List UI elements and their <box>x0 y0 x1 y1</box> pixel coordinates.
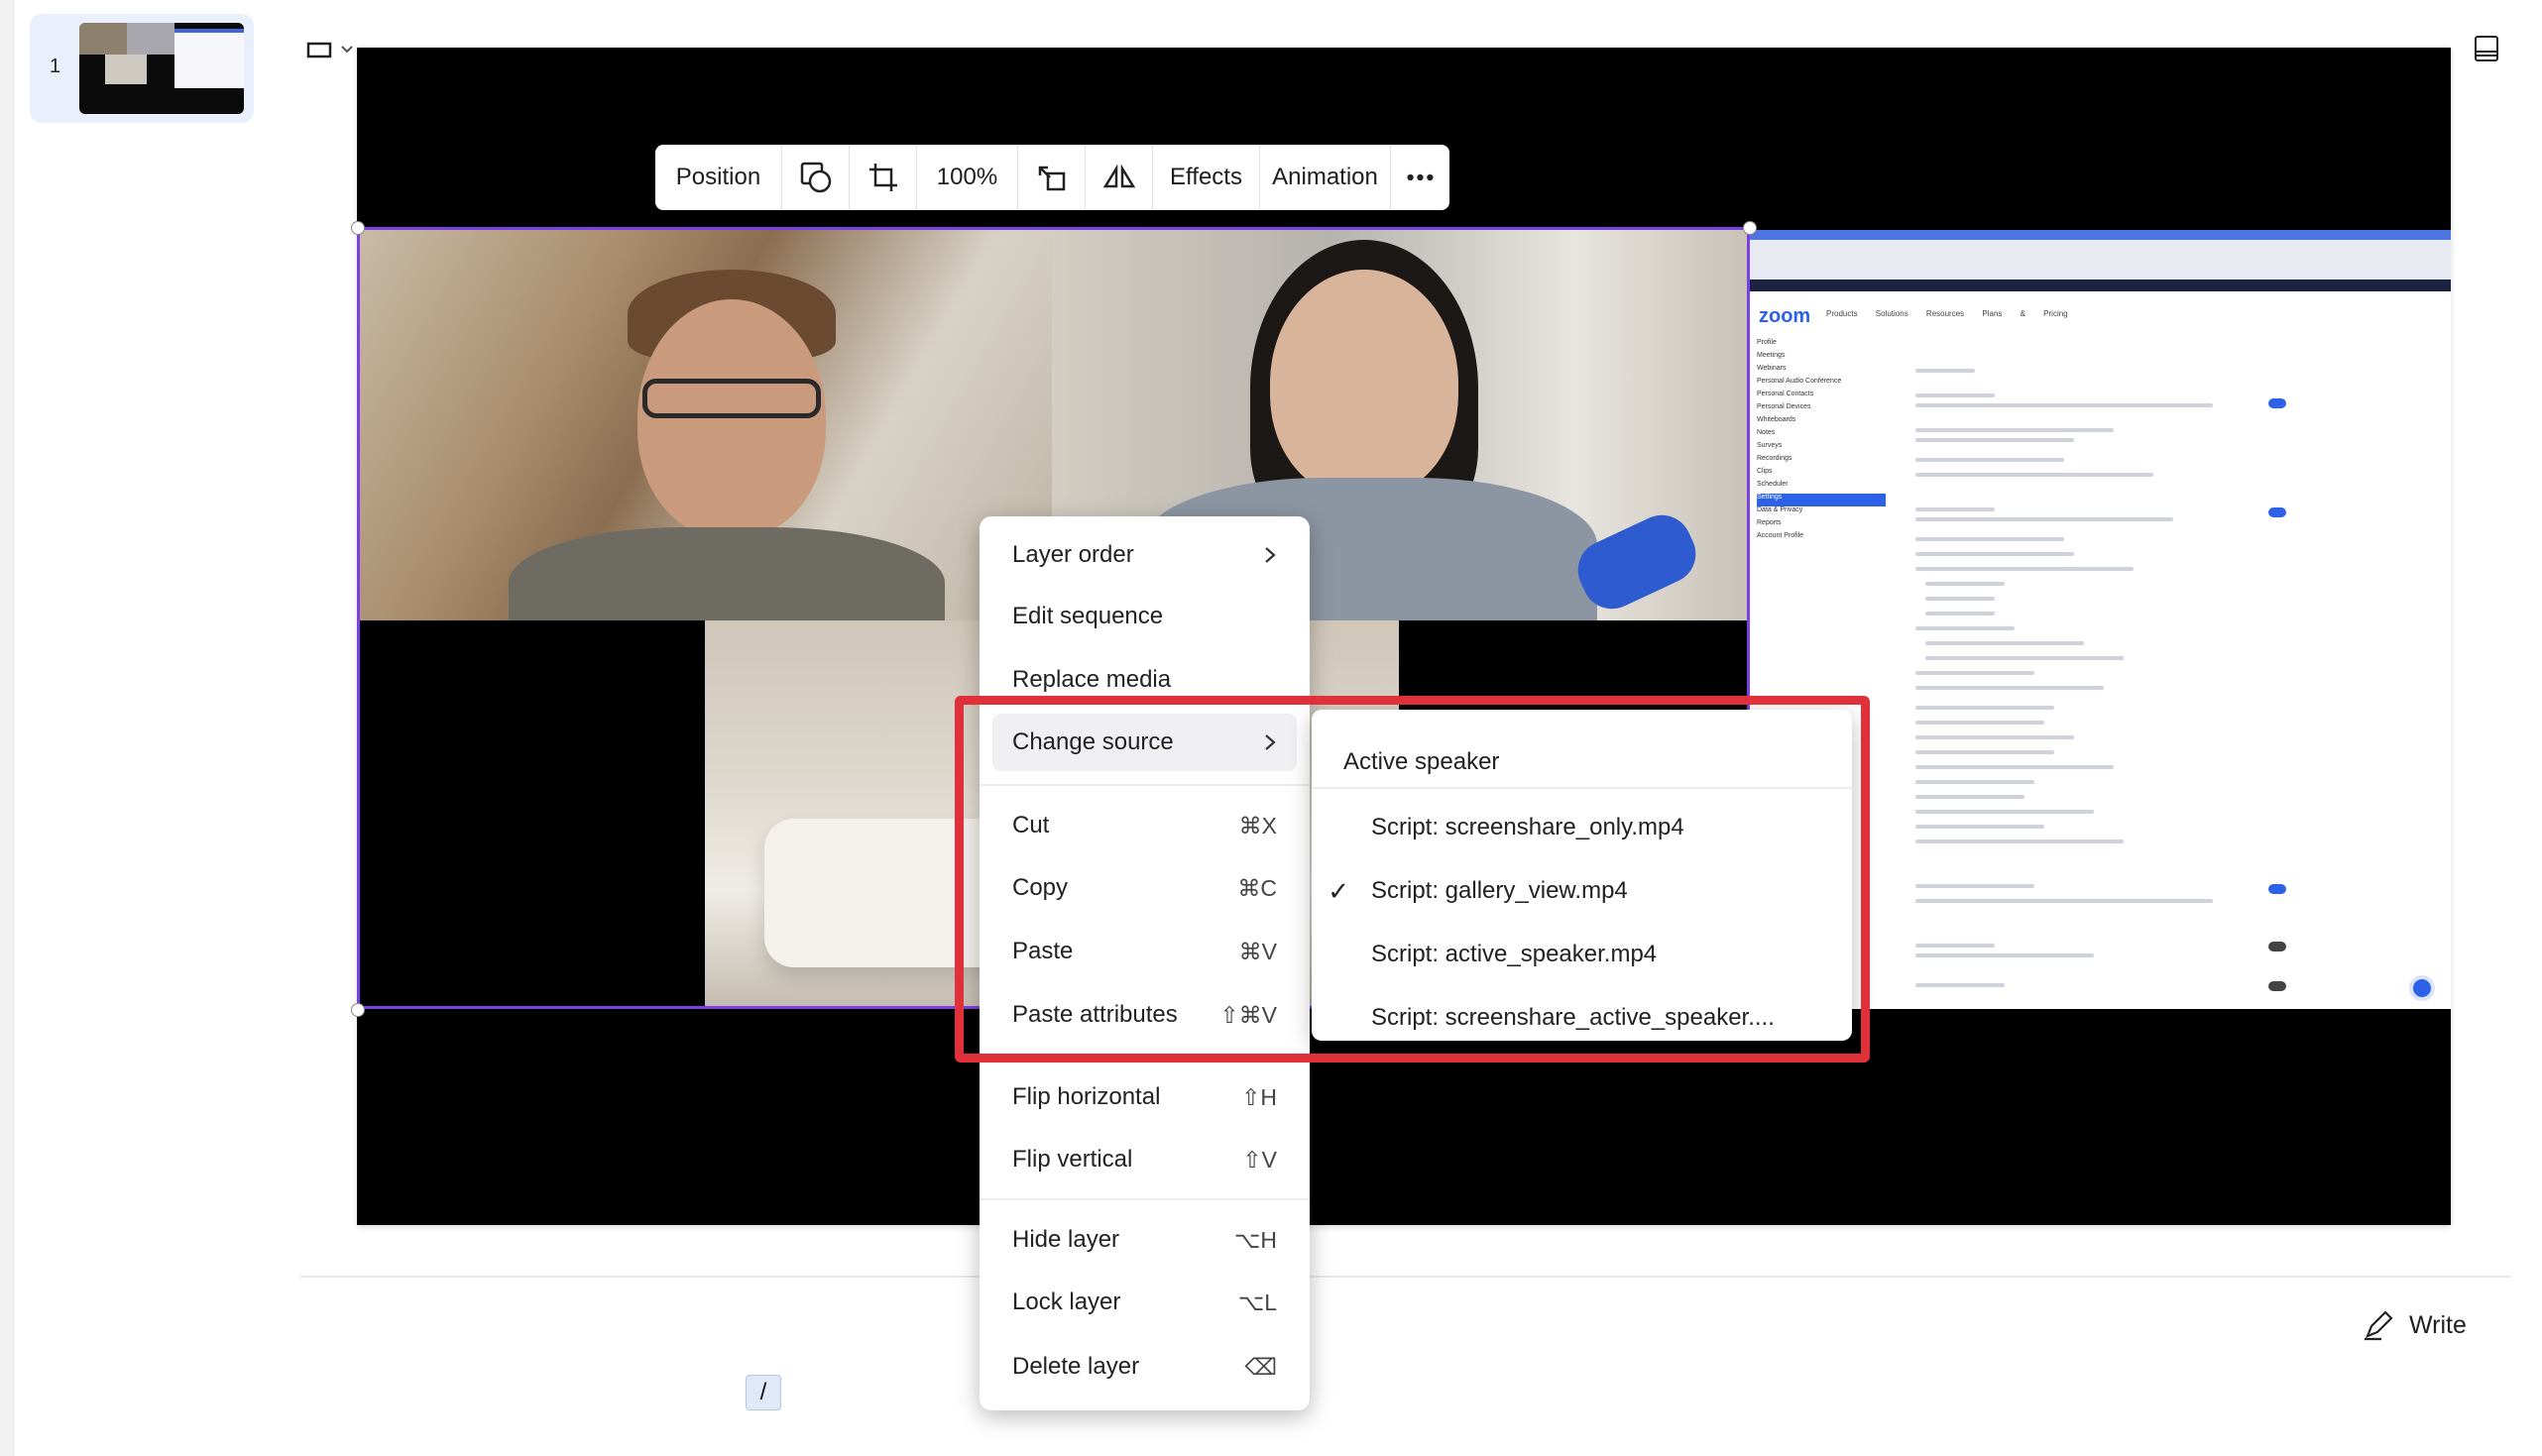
submenu-header-active-speaker[interactable]: Active speaker <box>1312 731 1852 793</box>
animation-button[interactable]: Animation <box>1260 145 1391 210</box>
menu-item-flip-vertical[interactable]: Flip vertical ⇧V <box>992 1131 1297 1188</box>
zoom-help-button[interactable] <box>2409 975 2435 1001</box>
shape-mask-icon[interactable] <box>782 145 850 210</box>
submenu-item-screenshare-active-speaker[interactable]: Script: screenshare_active_speaker.... <box>1312 987 1852 1049</box>
resize-handle-top-right[interactable] <box>1743 221 1757 235</box>
zoom-nav: Products Solutions Resources Plans & Pri… <box>1826 309 2068 318</box>
submenu-item-gallery-view[interactable]: ✓ Script: gallery_view.mp4 <box>1312 860 1852 922</box>
write-button[interactable]: Write <box>2362 1306 2467 1344</box>
layer-toolbar: Position 100% Effects Animation <box>655 145 1449 210</box>
slash-command-key[interactable]: / <box>746 1375 781 1410</box>
submenu-item-screenshare-only[interactable]: Script: screenshare_only.mp4 <box>1312 797 1852 858</box>
zoom-level[interactable]: 100% <box>917 145 1018 210</box>
more-options-icon[interactable] <box>1391 145 1449 210</box>
resize-handle-top-left[interactable] <box>351 221 365 235</box>
panel-toggle-icon[interactable] <box>2473 34 2502 65</box>
menu-item-lock-layer[interactable]: Lock layer ⌥L <box>992 1274 1297 1331</box>
change-source-submenu: Active speaker Script: screenshare_only.… <box>1312 710 1852 1041</box>
pen-icon <box>2365 1310 2393 1341</box>
menu-item-paste-attributes[interactable]: Paste attributes ⇧⌘V <box>992 986 1297 1044</box>
checkmark-icon: ✓ <box>1328 875 1349 906</box>
menu-item-edit-sequence[interactable]: Edit sequence <box>992 588 1297 645</box>
zoom-logo: zoom <box>1759 305 1811 327</box>
menu-item-replace-media[interactable]: Replace media <box>992 651 1297 709</box>
menu-item-layer-order[interactable]: Layer order <box>992 526 1297 584</box>
menu-item-copy[interactable]: Copy ⌘C <box>992 859 1297 917</box>
menu-item-cut[interactable]: Cut ⌘X <box>992 797 1297 854</box>
flip-icon[interactable] <box>1086 145 1153 210</box>
menu-item-hide-layer[interactable]: Hide layer ⌥H <box>992 1211 1297 1269</box>
aspect-ratio-icon <box>306 42 332 58</box>
menu-item-delete-layer[interactable]: Delete layer ⌫ <box>992 1338 1297 1396</box>
menu-item-flip-horizontal[interactable]: Flip horizontal ⇧H <box>992 1068 1297 1126</box>
rotate-icon[interactable] <box>1018 145 1086 210</box>
chevron-down-icon <box>341 46 353 54</box>
menu-item-paste[interactable]: Paste ⌘V <box>992 923 1297 980</box>
crop-icon[interactable] <box>850 145 917 210</box>
divider <box>300 1276 2511 1278</box>
chevron-right-icon <box>1265 547 1276 563</box>
screenshare-tile[interactable]: zoom Products Solutions Resources Plans … <box>1747 230 2451 1009</box>
zoom-settings-content <box>1915 359 2431 993</box>
slide-thumbnail-image[interactable] <box>79 23 244 114</box>
position-button[interactable]: Position <box>655 145 782 210</box>
menu-item-change-source[interactable]: Change source <box>992 714 1297 771</box>
effects-button[interactable]: Effects <box>1153 145 1260 210</box>
resize-handle-bottom-left[interactable] <box>351 1003 365 1017</box>
write-button-label: Write <box>2409 1310 2467 1339</box>
submenu-item-active-speaker[interactable]: Script: active_speaker.mp4 <box>1312 924 1852 985</box>
chevron-right-icon <box>1265 734 1276 750</box>
slide-number: 1 <box>50 56 61 77</box>
context-menu: Layer order Edit sequence Replace media … <box>980 516 1310 1410</box>
zoom-settings-sidebar: Profile Meetings Webinars Personal Audio… <box>1757 339 1886 735</box>
